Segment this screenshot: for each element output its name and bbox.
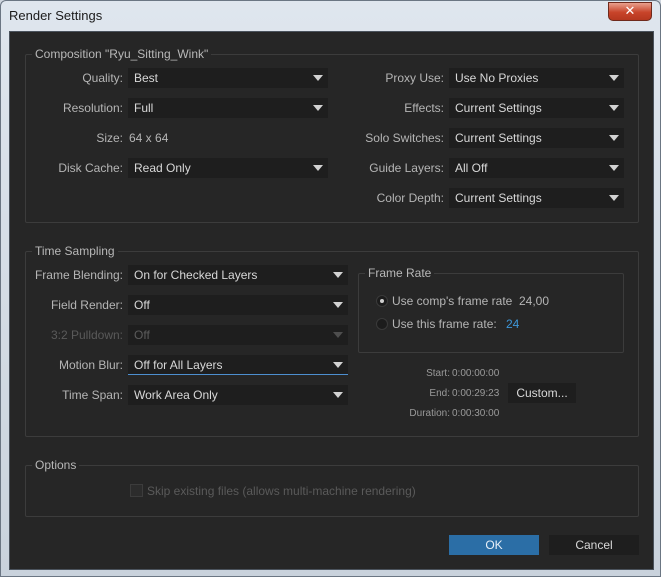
guide-layers-dropdown[interactable]: All Off	[449, 158, 624, 178]
chevron-down-icon	[609, 165, 619, 171]
proxy-use-value: Use No Proxies	[455, 71, 539, 85]
use-comp-frame-rate-label: Use comp's frame rate	[392, 294, 513, 308]
chevron-down-icon	[609, 105, 619, 111]
time-sampling-group-title: Time Sampling	[32, 243, 118, 259]
use-comp-frame-rate-radio[interactable]	[376, 295, 388, 307]
frame-blending-dropdown[interactable]: On for Checked Layers	[128, 265, 348, 285]
window-title: Render Settings	[9, 8, 103, 23]
chevron-down-icon	[609, 195, 619, 201]
chevron-down-icon	[313, 75, 323, 81]
comp-frame-rate-value: 24,00	[519, 294, 550, 308]
end-value: 0:00:29:23	[452, 388, 500, 399]
time-span-value: Work Area Only	[134, 388, 218, 402]
cancel-button[interactable]: Cancel	[549, 535, 639, 555]
chevron-down-icon	[333, 362, 343, 368]
quality-label: Quality:	[82, 71, 123, 85]
time-span-label: Time Span:	[62, 388, 123, 402]
chevron-down-icon	[333, 392, 343, 398]
effects-label: Effects:	[404, 101, 444, 115]
resolution-dropdown[interactable]: Full	[128, 98, 328, 118]
chevron-down-icon	[333, 272, 343, 278]
solo-switches-value: Current Settings	[455, 131, 542, 145]
guide-layers-label: Guide Layers:	[369, 161, 444, 175]
resolution-label: Resolution:	[62, 101, 123, 115]
solo-switches-label: Solo Switches:	[365, 131, 444, 145]
chevron-down-icon	[313, 165, 323, 171]
custom-button[interactable]: Custom...	[508, 383, 576, 403]
start-value: 0:00:00:00	[452, 368, 500, 379]
solo-switches-dropdown[interactable]: Current Settings	[449, 128, 624, 148]
color-depth-dropdown[interactable]: Current Settings	[449, 188, 624, 208]
disk-cache-dropdown[interactable]: Read Only	[128, 158, 328, 178]
guide-layers-value: All Off	[455, 161, 488, 175]
chevron-down-icon	[313, 105, 323, 111]
effects-value: Current Settings	[455, 101, 542, 115]
proxy-use-dropdown[interactable]: Use No Proxies	[449, 68, 624, 88]
pulldown-label: 3:2 Pulldown:	[50, 328, 123, 342]
use-this-frame-rate-radio[interactable]	[376, 318, 388, 330]
composition-group-title: Composition "Ryu_Sitting_Wink"	[32, 46, 212, 62]
frame-rate-group: Frame Rate	[358, 265, 624, 353]
field-render-label: Field Render:	[50, 298, 123, 312]
pulldown-dropdown: Off	[128, 325, 348, 345]
size-label: Size:	[96, 131, 123, 145]
duration-value: 0:00:30:00	[452, 408, 500, 419]
skip-existing-label: Skip existing files (allows multi-machin…	[147, 484, 416, 498]
ok-button[interactable]: OK	[449, 535, 539, 555]
motion-blur-label: Motion Blur:	[58, 358, 123, 372]
field-render-dropdown[interactable]: Off	[128, 295, 348, 315]
close-button[interactable]: ✕	[608, 2, 652, 21]
chevron-down-icon	[333, 332, 343, 338]
size-value: 64 x 64	[129, 131, 169, 145]
disk-cache-label: Disk Cache:	[58, 161, 123, 175]
disk-cache-value: Read Only	[134, 161, 191, 175]
motion-blur-dropdown[interactable]: Off for All Layers	[128, 355, 348, 375]
skip-existing-checkbox[interactable]	[130, 484, 143, 497]
effects-dropdown[interactable]: Current Settings	[449, 98, 624, 118]
title-bar[interactable]: Render Settings ✕	[1, 1, 660, 31]
frame-rate-group-title: Frame Rate	[365, 265, 435, 281]
color-depth-label: Color Depth:	[376, 191, 444, 205]
chevron-down-icon	[609, 135, 619, 141]
duration-label: Duration:	[409, 408, 450, 419]
proxy-use-label: Proxy Use:	[385, 71, 444, 85]
pulldown-value: Off	[134, 328, 150, 342]
render-settings-window: Render Settings ✕ Composition "Ryu_Sitti…	[0, 0, 661, 577]
resolution-value: Full	[134, 101, 154, 115]
options-group-title: Options	[32, 457, 80, 473]
start-label: Start:	[426, 368, 450, 379]
end-label: End:	[429, 388, 450, 399]
frame-blending-value: On for Checked Layers	[134, 268, 258, 282]
frame-rate-input[interactable]: 24	[506, 314, 519, 334]
time-span-dropdown[interactable]: Work Area Only	[128, 385, 348, 405]
dialog-body: Composition "Ryu_Sitting_Wink" Quality: …	[9, 31, 654, 570]
field-render-value: Off	[134, 298, 150, 312]
chevron-down-icon	[333, 302, 343, 308]
use-this-frame-rate-label: Use this frame rate:	[392, 317, 497, 331]
color-depth-value: Current Settings	[455, 191, 542, 205]
quality-value: Best	[134, 71, 159, 85]
quality-dropdown[interactable]: Best	[128, 68, 328, 88]
chevron-down-icon	[609, 75, 619, 81]
frame-blending-label: Frame Blending:	[34, 268, 123, 282]
motion-blur-value: Off for All Layers	[134, 358, 223, 372]
close-icon: ✕	[624, 4, 636, 19]
